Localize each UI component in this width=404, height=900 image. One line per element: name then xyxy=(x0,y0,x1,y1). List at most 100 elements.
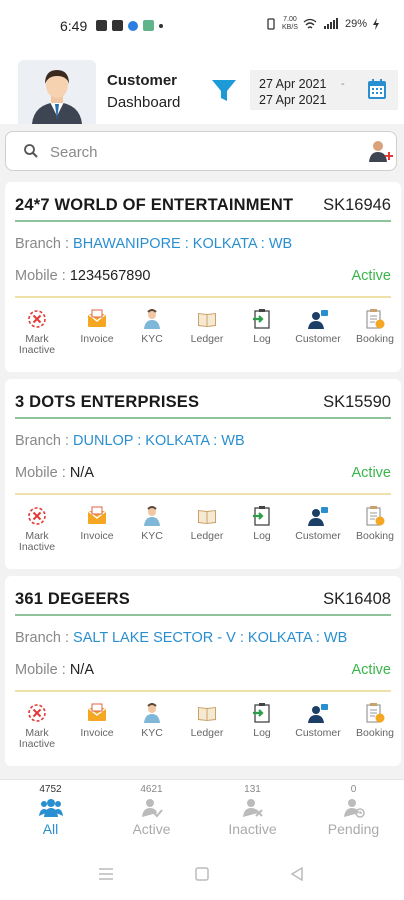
inactive-user-icon xyxy=(242,799,263,817)
tab-pending[interactable]: 0 Pending xyxy=(303,780,404,852)
action-label: Ledger xyxy=(190,727,224,739)
booking-icon xyxy=(347,505,403,527)
battery-level: 29% xyxy=(344,18,367,30)
tab-label: Active xyxy=(132,821,171,837)
invoice-button[interactable]: Invoice xyxy=(69,505,125,542)
status-badge: Active xyxy=(351,662,392,678)
ledger-button[interactable]: Ledger xyxy=(179,702,235,739)
customer-card[interactable]: 3 DOTS ENTERPRISES SK15590 Branch : DUNL… xyxy=(5,379,401,569)
mark-inactive-button[interactable]: Mark Inactive xyxy=(9,702,65,750)
search-input[interactable] xyxy=(48,141,352,163)
filter-button[interactable] xyxy=(210,76,238,104)
add-user-icon xyxy=(369,141,393,162)
back-icon[interactable] xyxy=(290,867,304,881)
log-button[interactable]: Log xyxy=(234,505,290,542)
customer-code: SK16408 xyxy=(323,590,391,608)
action-label: Mark Inactive xyxy=(18,727,56,750)
system-navigation-bar xyxy=(0,851,404,900)
log-icon xyxy=(234,308,290,330)
tab-label: Inactive xyxy=(228,821,277,837)
mark-inactive-button[interactable]: Mark Inactive xyxy=(9,505,65,553)
app-notification-icon-2 xyxy=(143,20,154,31)
customer-icon xyxy=(290,505,346,527)
card-actions: Mark Inactive Invoice KYC Ledger Log Customer B… xyxy=(5,702,401,762)
more-notifications-icon xyxy=(159,23,163,28)
tab-all[interactable]: 4752 All xyxy=(0,780,101,852)
mark-inactive-icon xyxy=(9,308,65,330)
invoice-icon xyxy=(69,505,125,527)
calendar-icon xyxy=(368,79,386,99)
kyc-button[interactable]: KYC xyxy=(124,702,180,739)
customer-button[interactable]: Customer xyxy=(290,308,346,345)
booking-button[interactable]: Booking xyxy=(347,702,403,739)
youtube-icon xyxy=(96,20,107,31)
action-label: Booking xyxy=(356,333,394,345)
action-label: Log xyxy=(253,333,271,345)
ledger-icon xyxy=(179,308,235,330)
status-badge: Active xyxy=(351,465,392,481)
invoice-button[interactable]: Invoice xyxy=(69,308,125,345)
status-bar: 6:49 7.00 KB/S 29% xyxy=(0,0,404,52)
notification-icons xyxy=(96,20,163,31)
log-button[interactable]: Log xyxy=(234,702,290,739)
menu-icon[interactable] xyxy=(98,867,114,881)
customer-card[interactable]: 361 DEGEERS SK16408 Branch : SALT LAKE S… xyxy=(5,576,401,766)
booking-button[interactable]: Booking xyxy=(347,308,403,345)
add-customer-button[interactable] xyxy=(368,138,394,169)
action-label: Mark Inactive xyxy=(18,333,56,356)
customer-icon xyxy=(290,702,346,724)
invoice-button[interactable]: Invoice xyxy=(69,702,125,739)
kyc-icon xyxy=(124,702,180,724)
mobile-row: Mobile : N/A xyxy=(15,465,94,481)
status-badge: Active xyxy=(351,268,392,284)
mobile-row: Mobile : N/A xyxy=(15,662,94,678)
mobile-row: Mobile : 1234567890 xyxy=(15,268,151,284)
search-icon xyxy=(24,144,38,158)
invoice-icon xyxy=(69,702,125,724)
customer-name: 24*7 WORLD OF ENTERTAINMENT xyxy=(15,196,294,214)
customer-card[interactable]: 24*7 WORLD OF ENTERTAINMENT SK16946 Bran… xyxy=(5,182,401,372)
log-button[interactable]: Log xyxy=(234,308,290,345)
divider xyxy=(15,614,391,616)
date-from: 27 Apr 2021 xyxy=(259,77,327,91)
date-range-picker[interactable]: 27 Apr 2021 - 27 Apr 2021 xyxy=(250,70,398,110)
mobile-value: N/A xyxy=(69,662,94,678)
kyc-button[interactable]: KYC xyxy=(124,308,180,345)
date-to: 27 Apr 2021 xyxy=(259,93,327,107)
action-label: Ledger xyxy=(190,333,224,345)
avatar[interactable] xyxy=(18,60,96,124)
active-user-icon xyxy=(141,799,163,818)
ledger-icon xyxy=(179,505,235,527)
customer-button[interactable]: Customer xyxy=(290,702,346,739)
signal-icon xyxy=(323,18,338,29)
network-speed: 7.00 KB/S xyxy=(282,16,298,31)
customer-button[interactable]: Customer xyxy=(290,505,346,542)
tab-inactive[interactable]: 131 Inactive xyxy=(202,780,303,852)
all-users-icon xyxy=(38,799,63,817)
action-label: Invoice xyxy=(80,530,114,542)
tab-count: 0 xyxy=(350,784,357,795)
branch-row: Branch : BHAWANIPORE : KOLKATA : WB xyxy=(15,236,293,252)
action-label: Customer xyxy=(295,333,341,345)
ledger-button[interactable]: Ledger xyxy=(179,308,235,345)
action-label: Ledger xyxy=(190,530,224,542)
mobile-value: 1234567890 xyxy=(69,268,151,284)
booking-icon xyxy=(347,308,403,330)
tab-active[interactable]: 4621 Active xyxy=(101,780,202,852)
kyc-button[interactable]: KYC xyxy=(124,505,180,542)
branch-value: BHAWANIPORE : KOLKATA : WB xyxy=(73,236,293,252)
home-icon[interactable] xyxy=(195,867,209,881)
user-avatar-icon xyxy=(32,70,82,124)
tab-count: 4621 xyxy=(140,784,163,795)
charging-icon xyxy=(373,18,379,30)
facebook-icon xyxy=(112,20,123,31)
divider xyxy=(15,690,391,692)
booking-button[interactable]: Booking xyxy=(347,505,403,542)
divider xyxy=(15,296,391,298)
mark-inactive-button[interactable]: Mark Inactive xyxy=(9,308,65,356)
ledger-button[interactable]: Ledger xyxy=(179,505,235,542)
tab-label: All xyxy=(42,821,59,837)
action-label: Log xyxy=(253,727,271,739)
invoice-icon xyxy=(69,308,125,330)
action-label: KYC xyxy=(141,333,163,345)
